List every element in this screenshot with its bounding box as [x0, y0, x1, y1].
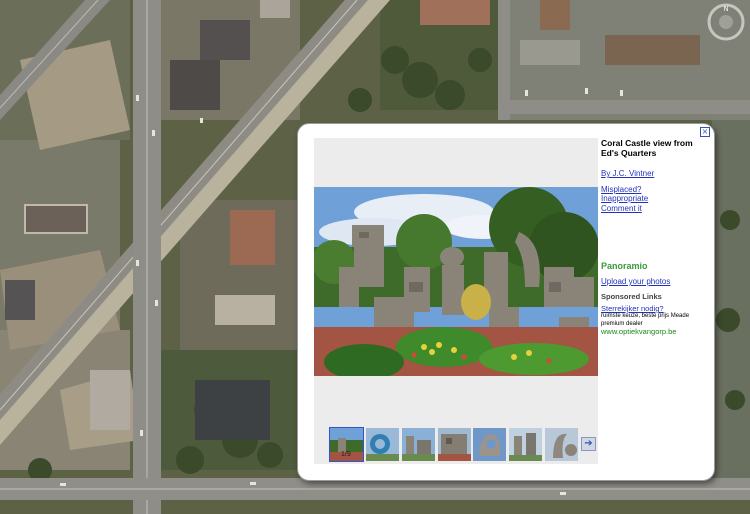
thumbnail-image: [473, 428, 506, 461]
thumbnail-counter: 1/9: [341, 451, 351, 458]
thumbnail-2[interactable]: [366, 428, 399, 461]
main-photo[interactable]: [314, 187, 598, 376]
thumbnail-4[interactable]: [438, 428, 471, 461]
upload-photos-link[interactable]: Upload your photos: [601, 277, 670, 287]
compass-icon: N: [707, 3, 745, 41]
thumbnail-6[interactable]: [509, 428, 542, 461]
inappropriate-link[interactable]: Inappropriate: [601, 194, 709, 204]
thumbnail-image: [545, 428, 578, 461]
thumbnail-image: [509, 428, 542, 461]
thumbnail-3[interactable]: [402, 428, 435, 461]
photo-details: Coral Castle view from Ed's Quarters By …: [601, 138, 709, 213]
thumbnail-5[interactable]: [473, 428, 506, 461]
panoramio-logo-text: Panoramio: [601, 261, 648, 271]
coral-castle-photo: [314, 187, 598, 376]
author-link[interactable]: By J.C. Vintner: [601, 169, 709, 179]
compass-north-label: N: [723, 6, 728, 13]
next-thumbnails-button[interactable]: ➔: [581, 437, 596, 451]
comment-link[interactable]: Comment it: [601, 204, 709, 214]
ad-url[interactable]: www.optiekvangorp.be: [601, 327, 676, 336]
thumbnail-image: [402, 428, 435, 461]
thumbnail-image: [438, 428, 471, 461]
panoramio-logo[interactable]: Panoramio: [601, 261, 648, 271]
thumbnail-image: [366, 428, 399, 461]
photo-title: Coral Castle view from Ed's Quarters: [601, 138, 693, 158]
sponsored-links-heading: Sponsored Links: [601, 292, 662, 301]
misplaced-link[interactable]: Misplaced?: [601, 185, 709, 195]
ad-text: ruimste keuze, beste prijs Meade premium…: [601, 313, 690, 327]
thumbnail-7[interactable]: [545, 428, 578, 461]
close-button[interactable]: ×: [700, 127, 710, 137]
compass-rose[interactable]: N: [706, 2, 746, 42]
